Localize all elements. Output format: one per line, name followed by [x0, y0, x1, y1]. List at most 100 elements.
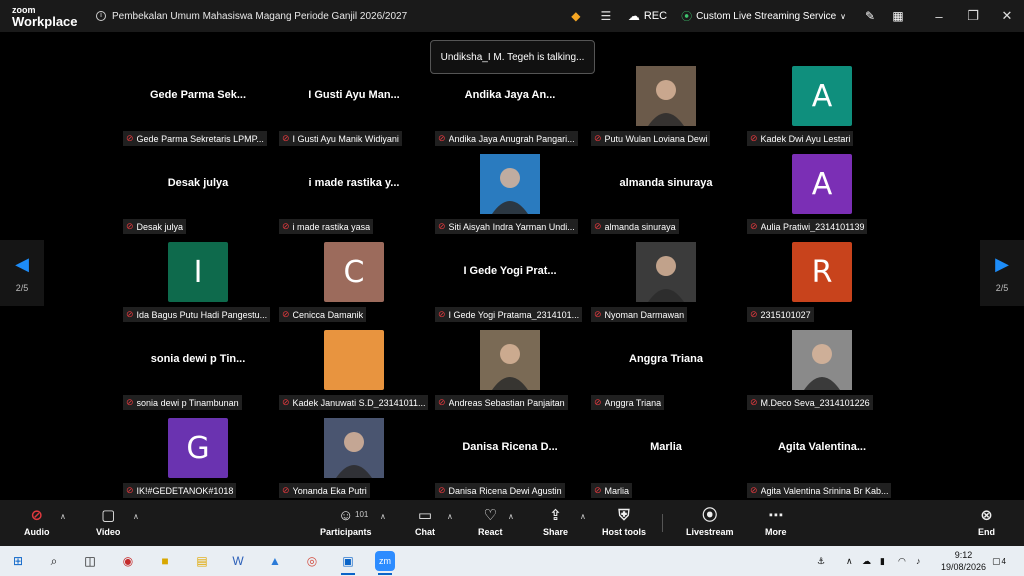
mic-muted-icon: ⊘ — [282, 397, 290, 407]
participant-tile[interactable]: ⊘ Putu Wulan Loviana Dewi — [588, 62, 744, 148]
end-meeting-button[interactable]: ⊗ End — [978, 506, 995, 537]
participant-name-label: ⊘ Marlia — [591, 483, 633, 498]
video-options-caret[interactable]: ∧ — [133, 512, 139, 521]
wifi-icon[interactable]: ◠ — [898, 546, 906, 576]
participant-tile[interactable]: Gede Parma Sek... ⊘ Gede Parma Sekretaris … — [120, 62, 276, 148]
participants-options-caret[interactable]: ∧ — [380, 512, 386, 521]
participant-video — [792, 330, 852, 390]
participant-display-name: I Gusti Ayu Man... — [308, 89, 400, 101]
participant-name-label: ⊘ Desak julya — [123, 219, 187, 234]
photos-icon[interactable]: ▲ — [265, 551, 285, 571]
video-button[interactable]: ▢ Video — [96, 506, 120, 537]
restore-button[interactable]: ❐ — [956, 8, 990, 24]
participant-tile[interactable]: Danisa Ricena D... ⊘ Danisa Ricena Dewi Ag… — [432, 414, 588, 500]
participant-name-label: ⊘ Danisa Ricena Dewi Agustin — [435, 483, 565, 498]
mic-muted-icon: ⊘ — [126, 397, 134, 407]
arrow-left-icon: ◀ — [15, 254, 29, 274]
react-button[interactable]: ♡ React — [478, 506, 503, 537]
sticky-notes-icon[interactable]: ■ — [155, 551, 175, 571]
avatar — [324, 330, 384, 390]
participant-name-label: ⊘ Andreas Sebastian Panjaitan — [435, 395, 568, 410]
participant-tile[interactable]: G ⊘ IK!#GEDETANOK#1018 — [120, 414, 276, 500]
participant-tile[interactable]: A ⊘ Kadek Dwi Ayu Lestari — [744, 62, 900, 148]
participant-tile[interactable]: Agita Valentina... ⊘ Agita Valentina Srini… — [744, 414, 900, 500]
participant-tile[interactable]: Andika Jaya An... ⊘ Andika Jaya Anugrah Pa… — [432, 62, 588, 148]
mic-muted-icon: ⊘ — [750, 309, 758, 319]
windows-start-icon[interactable]: ⊞ — [8, 551, 28, 571]
audio-button[interactable]: ⊘ Audio — [24, 506, 50, 537]
file-explorer-icon[interactable]: ▤ — [192, 551, 212, 571]
participant-tile[interactable]: C ⊘ Cenicca Damanik — [276, 238, 432, 324]
chat-button[interactable]: ▭ Chat — [415, 506, 435, 537]
task-view-icon[interactable]: ◫ — [80, 551, 100, 571]
participant-name-label: ⊘ I Gusti Ayu Manik Widiyani — [279, 131, 402, 146]
participant-name-label: ⊘ Aulia Pratiwi_2314101139 — [747, 219, 868, 234]
people-icon[interactable]: ⚓ — [817, 546, 825, 576]
participant-tile[interactable]: Desak julya ⊘ Desak julya — [120, 150, 276, 236]
next-page-button[interactable]: ▶ 2/5 — [980, 240, 1024, 306]
system-clock[interactable]: 9:12 19/08/2026 — [941, 549, 986, 573]
search-icon[interactable]: ⌕ — [44, 551, 64, 571]
participant-tile[interactable]: R ⊘ 2315101027 — [744, 238, 900, 324]
participant-tile[interactable]: ⊘ Kadek Januwati S.D_23141011... — [276, 326, 432, 412]
shield-icon: ⛨ — [618, 507, 630, 524]
participant-display-name: Desak julya — [167, 177, 229, 189]
more-button[interactable]: ⋯ More — [765, 506, 787, 537]
previous-page-button[interactable]: ◀ 2/5 — [0, 240, 44, 306]
participant-tile[interactable]: I Gusti Ayu Man... ⊘ I Gusti Ayu Manik Wid… — [276, 62, 432, 148]
participant-name-label: ⊘ 2315101027 — [747, 307, 814, 322]
share-button[interactable]: ⇪ Share — [543, 506, 568, 537]
recording-indicator[interactable]: ☁ REC — [628, 9, 667, 23]
app-icon-1[interactable]: ◉ — [118, 551, 138, 571]
participant-tile[interactable]: Anggra Triana ⊘ Anggra Triana — [588, 326, 744, 412]
chat-options-caret[interactable]: ∧ — [447, 512, 453, 521]
pen-icon[interactable]: ✎ — [862, 8, 878, 24]
avatar: R — [792, 242, 852, 302]
shield-icon[interactable]: ◆ — [568, 8, 584, 24]
participant-tile[interactable]: almanda sinuraya ⊘ almanda sinuraya — [588, 150, 744, 236]
participant-tile[interactable]: ⊘ Siti Aisyah Indra Yarman Undi... — [432, 150, 588, 236]
host-tools-button[interactable]: ⛨ Host tools — [602, 506, 646, 537]
heart-icon: ♡ — [483, 507, 497, 524]
participant-tile[interactable]: ⊘ M.Deco Seva_2314101226 — [744, 326, 900, 412]
participant-name-label: ⊘ Agita Valentina Srinina Br Kab... — [747, 483, 892, 498]
participant-name-label: ⊘ Kadek Januwati S.D_23141011... — [279, 395, 429, 410]
arrow-right-icon: ▶ — [995, 254, 1009, 274]
mic-muted-icon: ⊘ — [282, 133, 290, 143]
onedrive-icon[interactable]: ☁ — [862, 546, 871, 576]
windows-taskbar: ⊞ ⌕ ◫ ◉ ■ ▤ W ▲ ◎ ▣ zm ⚓ ∧ ☁ ▮ ◠ ♪ 9:12 … — [0, 546, 1024, 576]
close-button[interactable]: ✕ — [990, 8, 1024, 24]
battery-icon[interactable]: ▮ — [880, 546, 885, 576]
chevron-up-icon[interactable]: ∧ — [846, 546, 853, 576]
minimize-button[interactable]: – — [922, 9, 956, 24]
notifications-icon[interactable]: ▢ 4 — [992, 546, 1006, 576]
mic-muted-icon: ⊘ — [282, 221, 290, 231]
participant-tile[interactable]: ⊘ Andreas Sebastian Panjaitan — [432, 326, 588, 412]
participant-tile[interactable]: I Gede Yogi Prat... ⊘ I Gede Yogi Pratama_… — [432, 238, 588, 324]
participant-video — [324, 418, 384, 478]
zoom-app-icon[interactable]: zm — [375, 551, 395, 575]
grid-view-icon[interactable]: ▦ — [890, 8, 906, 24]
meeting-info[interactable]: i Pembekalan Umum Mahasiswa Magang Perio… — [96, 11, 407, 22]
notes-icon[interactable]: ☰ — [598, 8, 614, 24]
volume-icon[interactable]: ♪ — [916, 546, 921, 576]
participant-tile[interactable]: Marlia ⊘ Marlia — [588, 414, 744, 500]
react-options-caret[interactable]: ∧ — [508, 512, 514, 521]
info-icon[interactable]: i — [96, 11, 106, 21]
share-options-caret[interactable]: ∧ — [580, 512, 586, 521]
app-icon-2[interactable]: ▣ — [338, 551, 358, 575]
participant-tile[interactable]: i made rastika y... ⊘ i made rastika yasa — [276, 150, 432, 236]
participant-tile[interactable]: ⊘ Nyoman Darmawan — [588, 238, 744, 324]
participant-tile[interactable]: I ⊘ Ida Bagus Putu Hadi Pangestu... — [120, 238, 276, 324]
audio-options-caret[interactable]: ∧ — [60, 512, 66, 521]
participant-tile[interactable]: ⊘ Yonanda Eka Putri — [276, 414, 432, 500]
participant-name-label: ⊘ sonia dewi p Tinambunan — [123, 395, 242, 410]
livestream-button[interactable]: ⦿ Livestream — [686, 506, 734, 537]
participant-name-label: ⊘ Andika Jaya Anugrah Pangari... — [435, 131, 578, 146]
participant-tile[interactable]: sonia dewi p Tin... ⊘ sonia dewi p Tinambu… — [120, 326, 276, 412]
participant-tile[interactable]: A ⊘ Aulia Pratiwi_2314101139 — [744, 150, 900, 236]
chrome-icon[interactable]: ◎ — [302, 551, 322, 571]
participant-video — [636, 242, 696, 302]
live-streaming-dropdown[interactable]: ⦿ Custom Live Streaming Service ∨ — [681, 8, 846, 24]
word-icon[interactable]: W — [228, 551, 248, 571]
